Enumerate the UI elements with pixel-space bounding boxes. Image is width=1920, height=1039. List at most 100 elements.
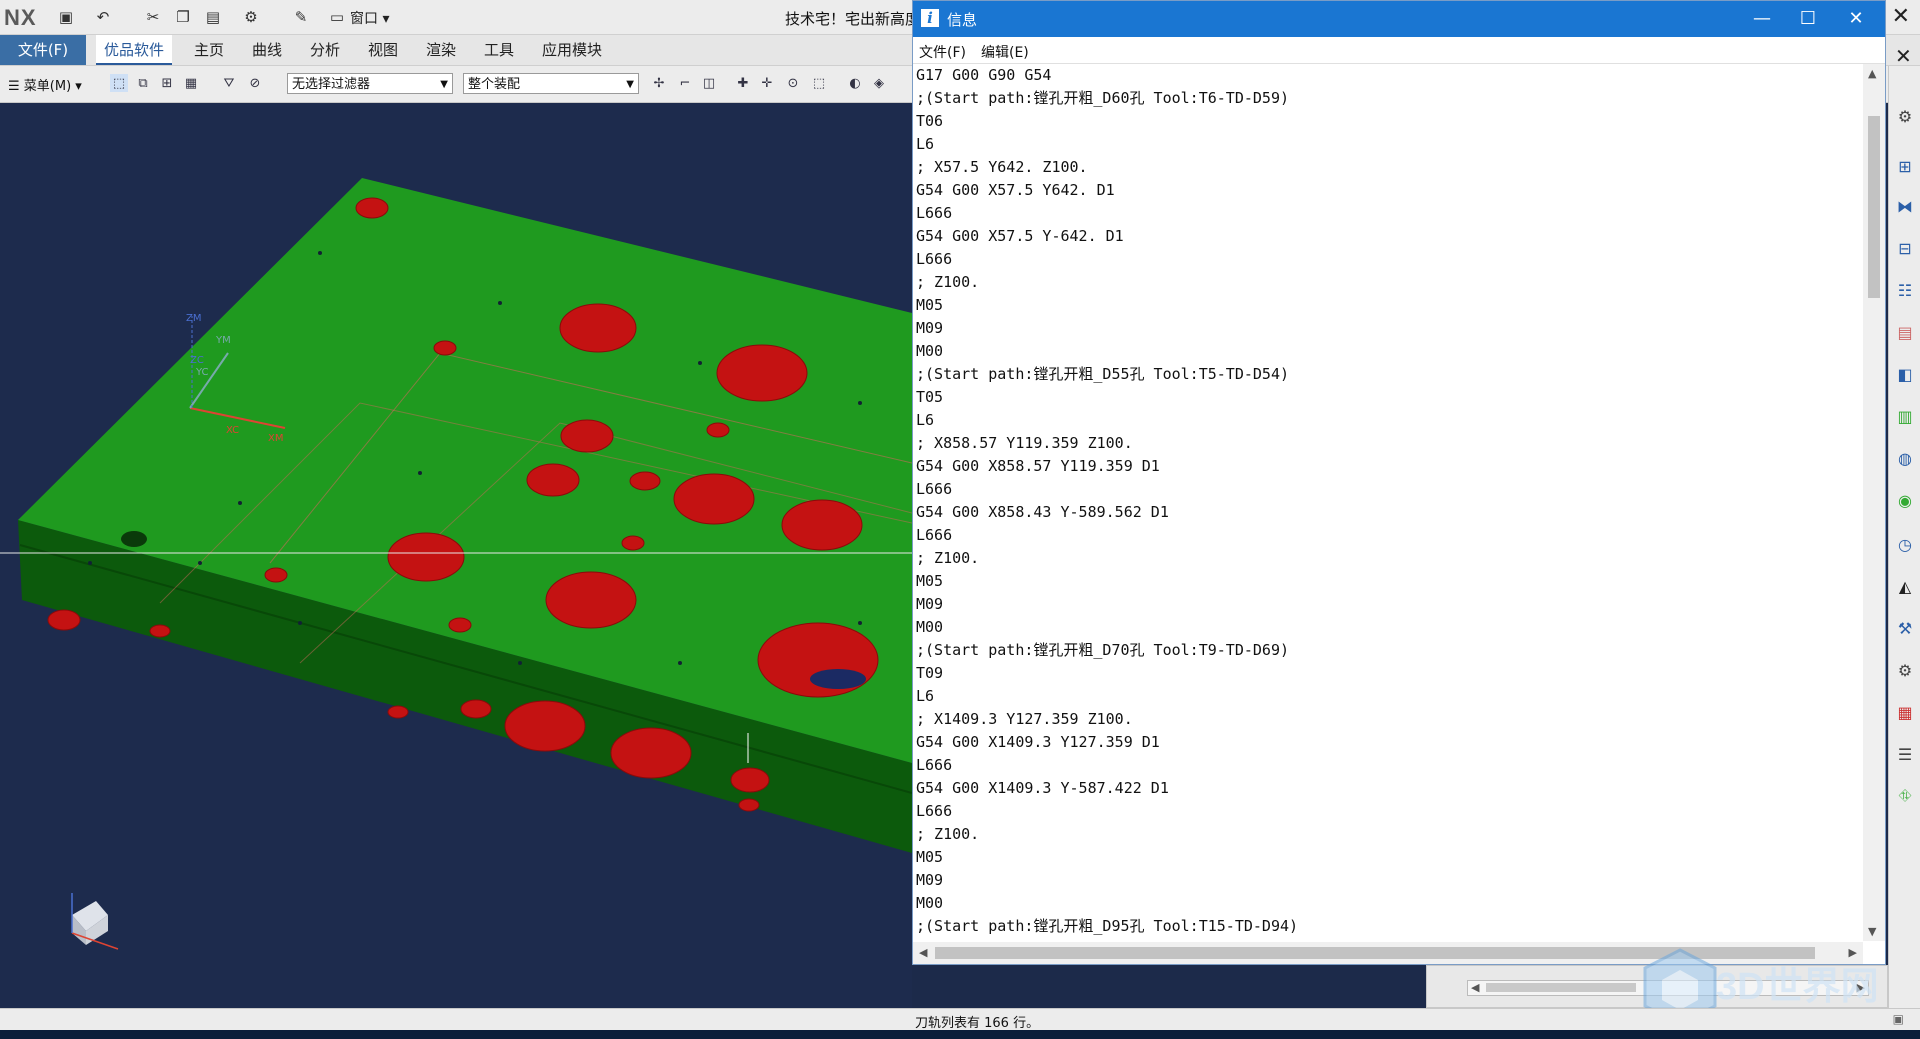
nx-close-icon[interactable]: ✕ xyxy=(1892,4,1910,29)
copy-icon[interactable]: ❐ xyxy=(172,6,194,28)
snap-point-icon[interactable]: ✢ xyxy=(650,74,668,92)
touch-mode-icon[interactable]: ✎ xyxy=(290,6,312,28)
operation-navigator-icon[interactable]: ☷ xyxy=(1895,280,1915,300)
through-hole xyxy=(121,531,147,547)
role-icon[interactable]: ◭ xyxy=(1895,576,1915,596)
info-text-line: L666 xyxy=(916,480,953,498)
hole xyxy=(706,422,730,438)
info-text-line: G54 G00 X57.5 Y-642. D1 xyxy=(916,227,1124,245)
tab-youpin-software[interactable]: 优品软件 xyxy=(96,35,173,65)
info-text-line: G54 G00 X858.43 Y-589.562 D1 xyxy=(916,503,1169,521)
info-text-line: ;(Start path:镗孔开粗_D70孔 Tool:T9-TD-D69) xyxy=(916,641,1290,659)
menu-button-label: 菜单(M) xyxy=(23,79,72,94)
hole xyxy=(448,617,472,633)
selection-scope-combo[interactable]: 整个装配 ▼ xyxy=(463,73,639,94)
info-text-line: L666 xyxy=(916,802,953,820)
triad-label-xm: XM xyxy=(268,433,283,444)
info-text-line: M05 xyxy=(916,296,944,314)
vertical-scrollbar[interactable]: ▲ ▼ xyxy=(1863,64,1885,941)
view-cube-icon[interactable] xyxy=(71,893,119,950)
selection-scope-value: 整个装配 xyxy=(468,77,521,92)
info-text-line: M00 xyxy=(916,618,944,636)
hole xyxy=(460,699,492,719)
system-materials-icon[interactable]: ◉ xyxy=(1895,490,1915,510)
tab-curve[interactable]: 曲线 xyxy=(244,35,290,65)
window-menu[interactable]: 窗口 ▾ xyxy=(350,8,389,28)
constraint-navigator-icon[interactable]: ⧓ xyxy=(1895,196,1915,216)
tab-file[interactable]: 文件(F) xyxy=(0,35,86,65)
info-text-line: G54 G00 X1409.3 Y-587.422 D1 xyxy=(916,779,1169,797)
scroll-up-icon[interactable]: ▲ xyxy=(1868,67,1876,80)
repeat-command-icon[interactable]: ⚙ xyxy=(240,6,262,28)
tab-applications[interactable]: 应用模块 xyxy=(534,35,610,65)
scroll-left-icon[interactable]: ◀ xyxy=(919,946,927,959)
list-icon[interactable]: ☰ xyxy=(1895,744,1915,764)
tab-home[interactable]: 主页 xyxy=(186,35,232,65)
save-icon[interactable]: ▣ xyxy=(55,6,77,28)
hd3d-tools-icon[interactable]: ◧ xyxy=(1895,364,1915,384)
minimize-button[interactable]: — xyxy=(1739,5,1785,33)
panel-scroll-thumb[interactable] xyxy=(1486,983,1636,992)
maximize-button[interactable]: ☐ xyxy=(1785,5,1831,33)
info-text-line: ; X858.57 Y119.359 Z100. xyxy=(916,434,1133,452)
triad-label-zm: ZM xyxy=(186,313,201,324)
settings-gear-icon[interactable]: ⚙ xyxy=(1895,106,1915,126)
snap-control-icon[interactable]: ✚ xyxy=(734,74,752,92)
assembly-navigator-icon[interactable]: ⊞ xyxy=(1895,156,1915,176)
snap-intersection-icon[interactable]: ✛ xyxy=(758,74,776,92)
menu-button[interactable]: ☰ 菜单(M) ▾ xyxy=(8,75,82,94)
view-orient-icon[interactable]: ◈ xyxy=(870,74,888,92)
menu-edit[interactable]: 编辑(E) xyxy=(981,42,1029,62)
os-taskbar xyxy=(0,1030,1920,1039)
info-text-line: ;(Start path:镗孔开粗_D95孔 Tool:T15-TD-D94) xyxy=(916,917,1299,935)
close-button[interactable]: ✕ xyxy=(1833,5,1879,33)
info-text-line: L666 xyxy=(916,204,953,222)
select-body-icon[interactable]: ⊞ xyxy=(158,74,176,92)
machine-tool-icon[interactable]: ⚒ xyxy=(1895,618,1915,638)
reuse-library-icon[interactable]: ▤ xyxy=(1895,322,1915,342)
paste-icon[interactable]: ▤ xyxy=(202,6,224,28)
report-icon[interactable]: ▦ xyxy=(1895,702,1915,722)
tab-view[interactable]: 视图 xyxy=(360,35,406,65)
tab-render[interactable]: 渲染 xyxy=(418,35,464,65)
info-text-line: M00 xyxy=(916,894,944,912)
info-text-line: M09 xyxy=(916,871,944,889)
vertical-scroll-thumb[interactable] xyxy=(1868,116,1880,298)
render-style-icon[interactable]: ◐ xyxy=(846,74,864,92)
info-text-line: G54 G00 X858.57 Y119.359 D1 xyxy=(916,457,1160,475)
cut-icon[interactable]: ✂ xyxy=(142,6,164,28)
tab-analysis[interactable]: 分析 xyxy=(302,35,348,65)
select-icon[interactable]: ⬚ xyxy=(110,74,128,92)
nx-window-title: 技术宅！宅出新高度 xyxy=(785,10,921,28)
snap-midpoint-icon[interactable]: ◫ xyxy=(700,74,718,92)
graphics-viewport[interactable]: ZM YM ZC YC XC XM xyxy=(0,103,912,1008)
undo-icon[interactable]: ↶ xyxy=(92,6,114,28)
hole xyxy=(433,340,457,356)
history-icon[interactable]: ◍ xyxy=(1895,448,1915,468)
clock-icon[interactable]: ◷ xyxy=(1895,534,1915,554)
scroll-down-icon[interactable]: ▼ xyxy=(1868,925,1876,938)
tool-icon[interactable]: ⚙ xyxy=(1895,660,1915,680)
web-browser-icon[interactable]: ▥ xyxy=(1895,406,1915,426)
select-feature-icon[interactable]: ⧉ xyxy=(134,74,152,92)
filter-icon[interactable]: ⛛ xyxy=(220,74,238,92)
menu-file[interactable]: 文件(F) xyxy=(919,42,966,62)
status-bar-icon[interactable]: ▣ xyxy=(1893,1012,1904,1026)
close-icon[interactable]: ✕ xyxy=(1895,44,1912,68)
hole xyxy=(149,624,171,638)
model-view-svg: ZM YM ZC YC XC XM xyxy=(0,178,912,950)
deselect-icon[interactable]: ⊘ xyxy=(246,74,264,92)
type-filter-combo[interactable]: 无选择过滤器 ▼ xyxy=(287,73,453,94)
snap-center-icon[interactable]: ⊙ xyxy=(784,74,802,92)
snap-endpoint-icon[interactable]: ⌐ xyxy=(676,74,694,92)
info-text-area[interactable]: G17 G00 G90 G54 ;(Start path:镗孔开粗_D60孔 To… xyxy=(913,64,1861,941)
process-icon[interactable]: ⛗ xyxy=(1895,786,1915,806)
info-text-line: ; X57.5 Y642. Z100. xyxy=(916,158,1088,176)
part-navigator-icon[interactable]: ⊟ xyxy=(1895,238,1915,258)
snap-quadrant-icon[interactable]: ⬚ xyxy=(810,74,828,92)
tab-tools[interactable]: 工具 xyxy=(476,35,522,65)
select-face-icon[interactable]: ▦ xyxy=(182,74,200,92)
scroll-left-icon[interactable]: ◀ xyxy=(1471,981,1479,994)
nx-logo: NX xyxy=(4,5,37,30)
window-icon[interactable]: ▭ xyxy=(326,6,348,28)
